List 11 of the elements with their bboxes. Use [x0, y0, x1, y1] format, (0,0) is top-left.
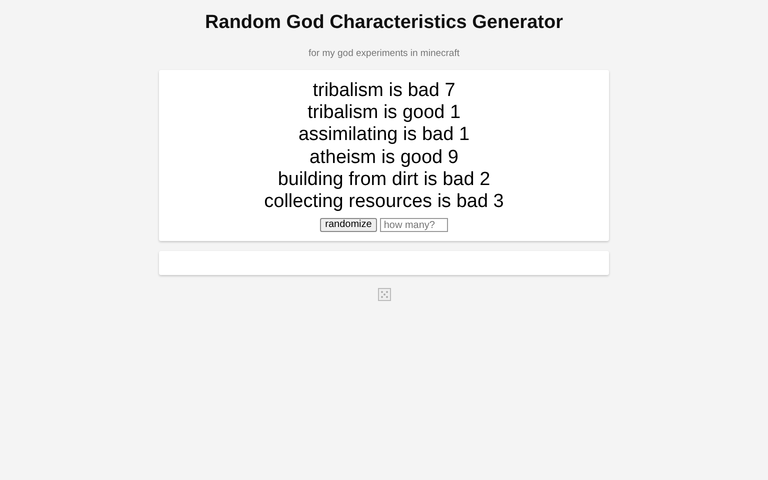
result-line: atheism is good 9 — [310, 146, 458, 169]
count-field[interactable]: how many? — [380, 218, 448, 232]
dice-icon[interactable] — [378, 288, 390, 302]
result-line: collecting resources is bad 3 — [264, 191, 504, 214]
randomize-button[interactable]: randomize — [320, 218, 377, 232]
page-title: Random God Characteristics Generator — [205, 12, 563, 34]
result-line: assimilating is bad 1 — [298, 124, 470, 147]
result-line: tribalism is good 1 — [307, 102, 461, 124]
result-line: building from dirt is bad 2 — [278, 168, 490, 192]
subtitle: for my god experiments in minecraft — [308, 48, 460, 60]
result-line: tribalism is bad 7 — [312, 80, 456, 102]
